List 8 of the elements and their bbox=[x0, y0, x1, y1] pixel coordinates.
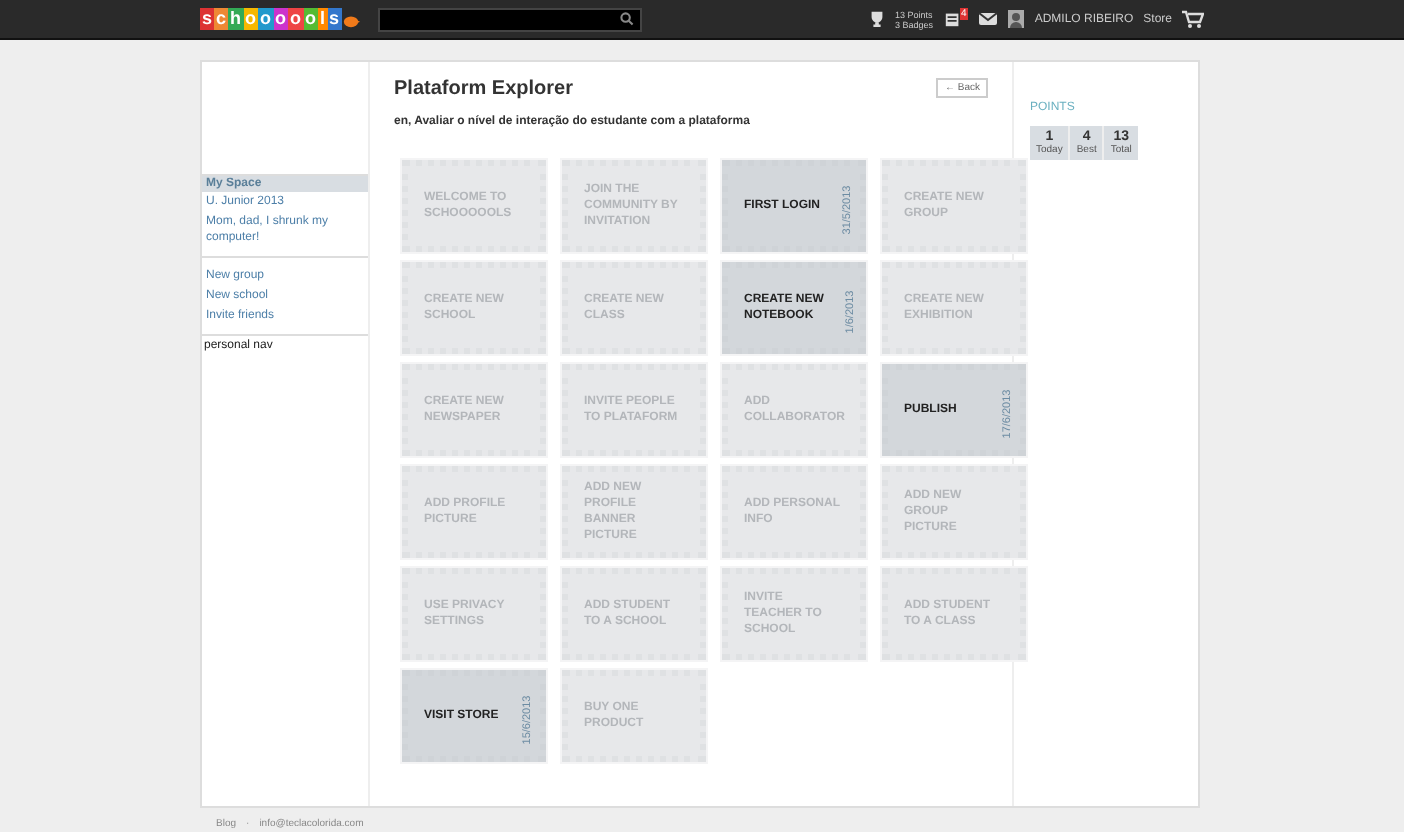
logo[interactable]: schoooools bbox=[200, 8, 360, 30]
trophy-icon[interactable] bbox=[867, 10, 886, 28]
page-title: Plataform Explorer bbox=[394, 78, 573, 100]
search-field[interactable] bbox=[377, 7, 642, 31]
avatar-icon[interactable] bbox=[1008, 10, 1025, 28]
mail-icon[interactable] bbox=[978, 12, 999, 26]
search-icon bbox=[619, 12, 634, 26]
cart-icon[interactable] bbox=[1182, 10, 1204, 28]
